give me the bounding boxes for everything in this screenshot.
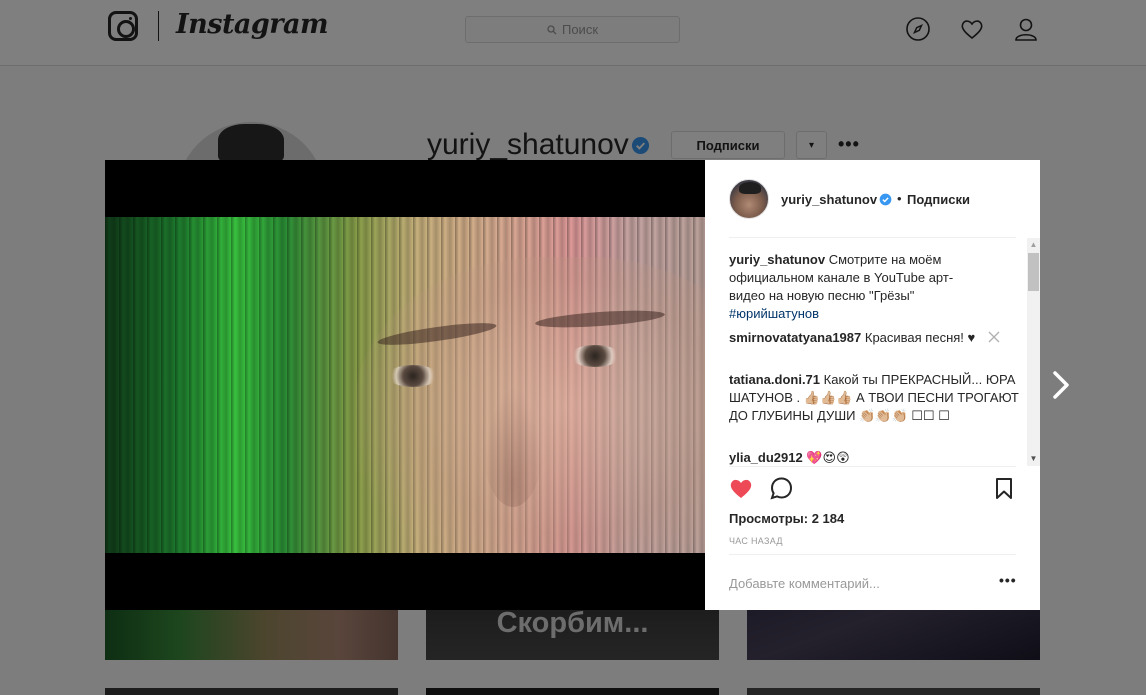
scroll-down-arrow-icon[interactable]: ▼ — [1029, 454, 1038, 464]
comment-item: ylia_du2912 💖😍😲 — [729, 449, 1019, 466]
view-count[interactable]: Просмотры: 2 184 — [729, 511, 844, 526]
post-more-options-button[interactable]: ••• — [999, 572, 1017, 588]
author-username[interactable]: yuriy_shatunov — [781, 192, 877, 207]
comment-text: Красивая песня! ♥ — [864, 330, 976, 345]
comment-username[interactable]: smirnovatatyana1987 — [729, 330, 861, 345]
video-nose-shade — [483, 387, 543, 507]
bookmark-icon[interactable] — [994, 477, 1014, 500]
actions-divider — [729, 466, 1016, 467]
post-header: yuriy_shatunov • Подписки — [705, 160, 1040, 238]
scroll-thumb[interactable] — [1028, 253, 1039, 291]
comment-username[interactable]: tatiana.doni.71 — [729, 372, 820, 387]
post-caption: yuriy_shatunov Смотрите на моём официаль… — [729, 251, 979, 323]
post-timestamp[interactable]: ЧАС НАЗАД — [729, 536, 783, 546]
add-comment-input[interactable] — [729, 573, 984, 593]
comment-username[interactable]: ylia_du2912 — [729, 450, 803, 465]
next-post-chevron-icon[interactable] — [1050, 370, 1072, 400]
comment-text: 💖😍😲 — [806, 450, 850, 465]
header-following-button[interactable]: Подписки — [907, 192, 970, 207]
comments-scrollbar[interactable]: ▲ ▼ — [1027, 238, 1040, 466]
comment-form-divider — [729, 554, 1016, 555]
post-video[interactable] — [105, 160, 705, 610]
video-frame — [105, 217, 705, 553]
delete-comment-icon[interactable] — [987, 330, 1001, 344]
caption-username[interactable]: yuriy_shatunov — [729, 252, 825, 267]
author-avatar[interactable] — [729, 179, 769, 219]
scroll-up-arrow-icon[interactable]: ▲ — [1029, 240, 1038, 250]
video-eye — [387, 365, 439, 387]
comment-bubble-icon[interactable] — [769, 476, 794, 501]
comment-item: tatiana.doni.71 Какой ты ПРЕКРАСНЫЙ... Ю… — [729, 371, 1019, 425]
post-details-panel: yuriy_shatunov • Подписки yuriy_shatunov… — [705, 160, 1040, 610]
video-eye — [569, 345, 621, 367]
comments-list[interactable]: yuriy_shatunov Смотрите на моём официаль… — [729, 238, 1024, 466]
verified-badge-icon — [879, 193, 892, 206]
caption-hashtag-link[interactable]: #юрийшатунов — [729, 306, 819, 321]
comment-item: smirnovatatyana1987 Красивая песня! ♥ — [729, 329, 1019, 347]
like-heart-icon[interactable] — [728, 475, 754, 501]
header-separator-dot: • — [897, 191, 902, 206]
